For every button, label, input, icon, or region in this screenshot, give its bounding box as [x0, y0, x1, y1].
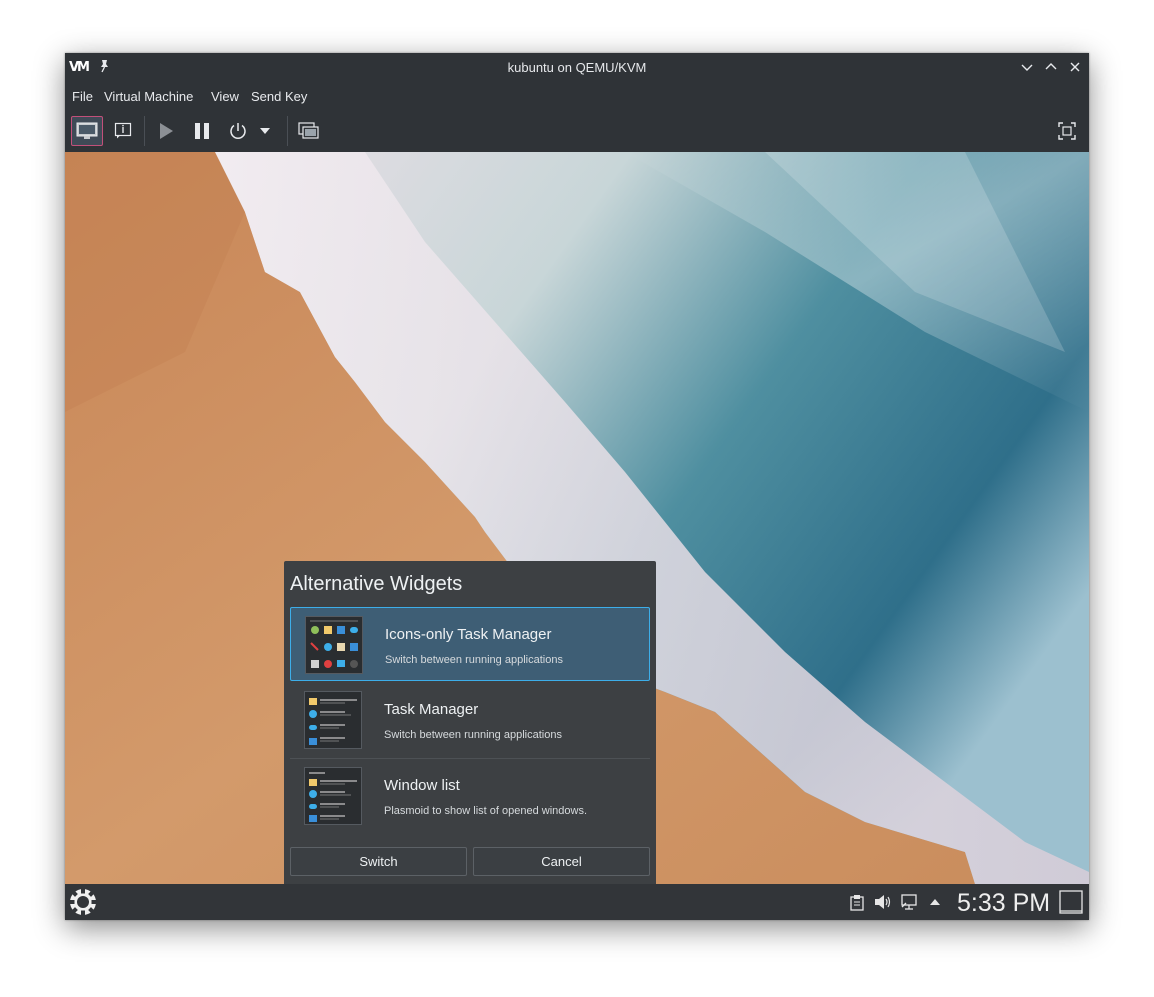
task-manager-thumbnail — [304, 691, 362, 749]
minimize-icon[interactable] — [1020, 60, 1034, 74]
widget-item-icons-only-task-manager[interactable]: Icons-only Task Manager Switch between r… — [290, 607, 650, 681]
title-bar[interactable]: VM kubuntu on QEMU/KVM — [65, 53, 1089, 82]
window-title: kubuntu on QEMU/KVM — [507, 60, 647, 75]
widget-description: Switch between running applications — [385, 654, 563, 666]
power-menu-button[interactable] — [255, 116, 275, 146]
widget-description: Switch between running applications — [384, 729, 562, 741]
widget-item-task-manager[interactable]: Task Manager Switch between running appl… — [290, 683, 650, 757]
widget-name: Window list — [384, 777, 460, 794]
widget-name: Icons-only Task Manager — [385, 626, 552, 643]
show-desktop-icon[interactable] — [1059, 890, 1083, 914]
toolbar — [65, 110, 1089, 152]
widget-name: Task Manager — [384, 701, 479, 718]
menu-view[interactable]: View — [211, 89, 239, 104]
fullscreen-icon — [1058, 122, 1076, 140]
dialog-title: Alternative Widgets — [290, 573, 463, 595]
network-icon[interactable] — [900, 893, 918, 911]
tray-expand-icon[interactable] — [929, 898, 941, 906]
power-button[interactable] — [222, 116, 254, 146]
icons-only-task-manager-thumbnail — [305, 616, 363, 674]
snapshots-button[interactable] — [293, 116, 325, 146]
menu-bar: File Virtual Machine View Send Key — [65, 82, 1089, 110]
run-button[interactable] — [150, 116, 182, 146]
app-launcher-icon[interactable] — [68, 887, 98, 917]
plasma-panel: 5:33 PM — [65, 884, 1089, 920]
pause-button[interactable] — [186, 116, 218, 146]
widget-description: Plasmoid to show list of opened windows. — [384, 805, 587, 817]
menu-virtual-machine[interactable]: Virtual Machine — [104, 89, 193, 104]
menu-file[interactable]: File — [72, 89, 93, 104]
fullscreen-button[interactable] — [1051, 116, 1083, 146]
details-icon — [114, 122, 132, 139]
pause-icon — [195, 123, 209, 139]
console-icon — [76, 122, 98, 139]
power-icon — [230, 123, 246, 139]
cancel-button[interactable]: Cancel — [473, 847, 650, 876]
power-menu-arrow-icon — [260, 128, 270, 134]
task-list-preview-icon — [309, 698, 357, 745]
alternative-widgets-dialog: Alternative Widgets Icons-only Task Mana… — [284, 561, 656, 884]
maximize-icon[interactable] — [1044, 60, 1058, 74]
widget-item-window-list[interactable]: Window list Plasmoid to show list of ope… — [290, 759, 650, 833]
close-icon[interactable] — [1068, 60, 1082, 74]
window-list-preview-icon — [309, 772, 357, 822]
digital-clock[interactable]: 5:33 PM — [957, 889, 1050, 918]
icons-grid-preview-icon — [310, 620, 358, 668]
volume-icon[interactable] — [874, 894, 892, 910]
window-list-thumbnail — [304, 767, 362, 825]
console-button[interactable] — [71, 116, 103, 146]
switch-button[interactable]: Switch — [290, 847, 467, 876]
snapshots-icon — [298, 122, 319, 139]
guest-desktop[interactable]: Alternative Widgets Icons-only Task Mana… — [65, 152, 1089, 884]
details-button[interactable] — [107, 116, 139, 146]
run-icon — [160, 123, 173, 139]
clipboard-icon[interactable] — [849, 894, 865, 911]
vm-window: VM kubuntu on QEMU/KVM File Virtual Mach… — [65, 53, 1089, 920]
menu-send-key[interactable]: Send Key — [251, 89, 307, 104]
